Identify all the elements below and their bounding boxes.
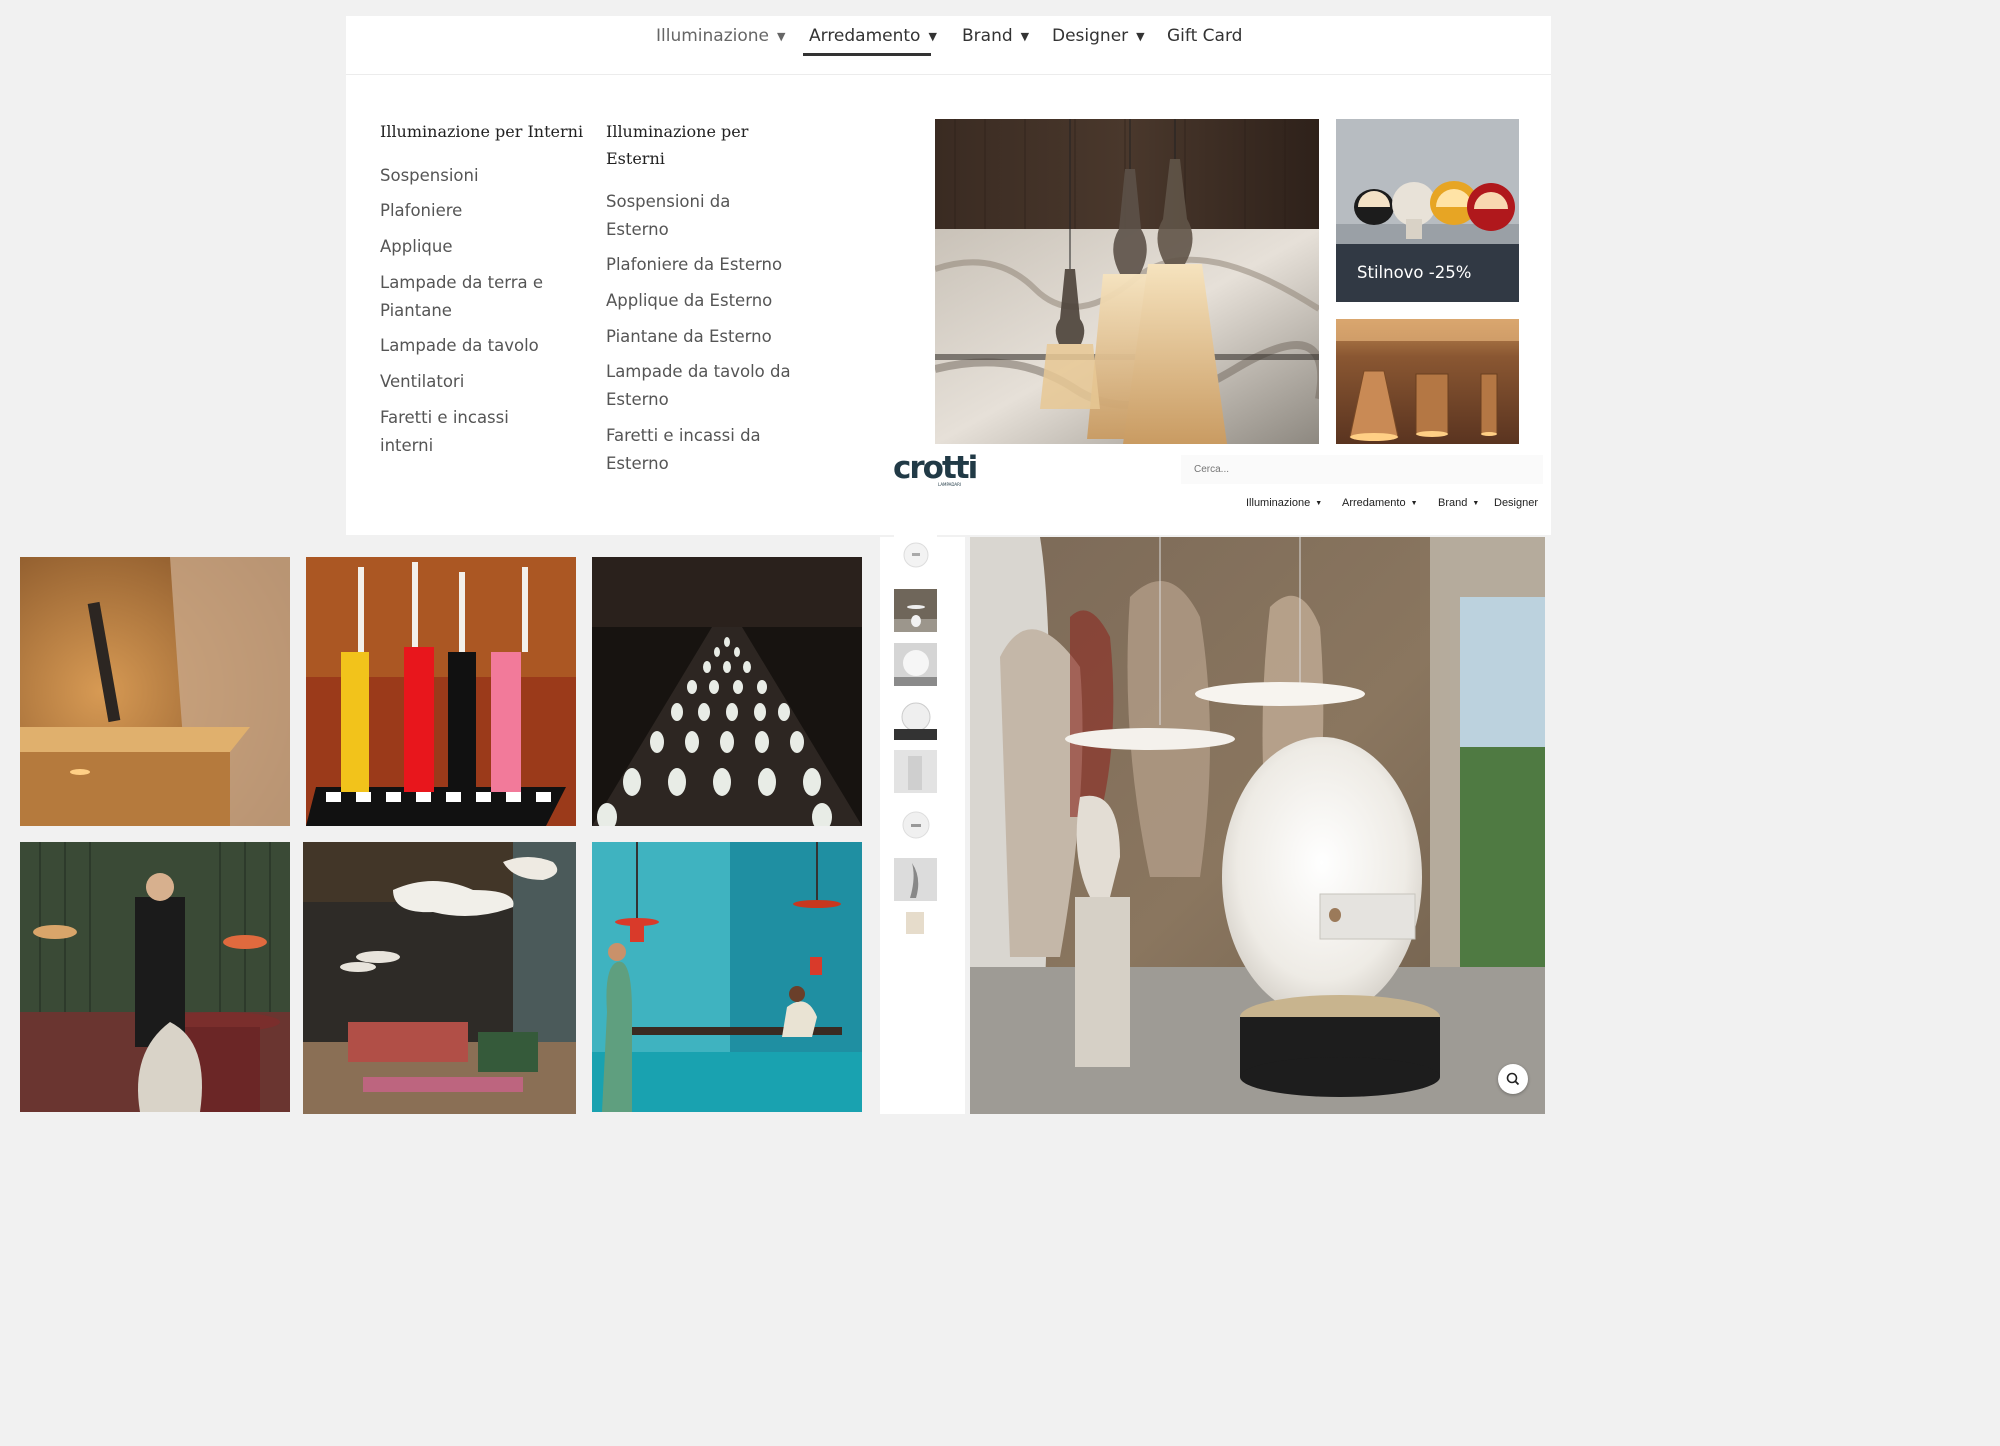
product-thumbnail[interactable]: [894, 912, 937, 934]
mini-nav-designer[interactable]: Designer: [1494, 497, 1538, 509]
menu-link[interactable]: Esterno: [606, 450, 669, 478]
chevron-down-icon: ▼: [1410, 499, 1418, 507]
mini-nav-label: Designer: [1494, 497, 1539, 509]
nav-label: Arredamento: [809, 26, 921, 46]
menu-link[interactable]: Sospensioni: [380, 162, 479, 190]
magnifier-icon: [1506, 1072, 1520, 1086]
menu-link[interactable]: Plafoniere da Esterno: [606, 251, 782, 279]
menu-link[interactable]: Sospensioni da: [606, 188, 730, 216]
nav-label: Designer: [1052, 26, 1129, 46]
zoom-button[interactable]: [1498, 1064, 1528, 1094]
menu-link[interactable]: Faretti e incassi da: [606, 422, 761, 450]
mini-nav-label: Brand: [1438, 497, 1468, 509]
product-thumbnail[interactable]: [894, 643, 937, 686]
main-product-image[interactable]: [970, 537, 1545, 1114]
nav-label: Illuminazione: [656, 26, 769, 46]
mini-nav-brand[interactable]: Brand ▼: [1438, 497, 1479, 509]
nav-item-illuminazione[interactable]: Illuminazione ▼: [656, 26, 785, 46]
logo[interactable]: crotti: [893, 450, 978, 486]
active-nav-indicator: [803, 53, 931, 56]
product-thumbnail[interactable]: [894, 697, 937, 740]
gallery-photo-blue-room[interactable]: [592, 842, 862, 1112]
product-thumbnail[interactable]: [894, 804, 937, 847]
chevron-down-icon: ▼: [928, 29, 937, 43]
menu-link[interactable]: Applique: [380, 233, 453, 261]
mini-nav-label: Arredamento: [1342, 497, 1406, 509]
column-title-esterni: Esterni: [606, 149, 665, 168]
menu-link[interactable]: Esterno: [606, 386, 669, 414]
main-navigation: Illuminazione ▼ Arredamento ▼ Brand ▼ Desig…: [346, 16, 1551, 75]
menu-link[interactable]: Ventilatori: [380, 368, 464, 396]
promo-label: Stilnovo -25%: [1336, 244, 1519, 302]
product-thumbnail[interactable]: [894, 750, 937, 793]
gallery-photo-table-lamp[interactable]: [20, 557, 290, 826]
product-thumbnail[interactable]: [894, 858, 937, 901]
search-input[interactable]: [1181, 455, 1543, 484]
product-thumbnail[interactable]: [894, 589, 937, 632]
logo-subtitle: LAMPADARI: [938, 482, 962, 487]
chevron-down-icon: ▼: [1136, 29, 1145, 43]
featured-pendant-photo[interactable]: [935, 119, 1319, 444]
mini-nav-illuminazione[interactable]: Illuminazione ▼: [1246, 497, 1322, 509]
gallery-photo-restaurant[interactable]: [20, 842, 290, 1112]
nav-item-arredamento[interactable]: Arredamento ▼: [809, 26, 937, 46]
nav-item-designer[interactable]: Designer ▼: [1052, 26, 1145, 46]
gallery-photo-living-room[interactable]: [303, 842, 576, 1114]
promo-tile-woven-lamps[interactable]: [1336, 319, 1519, 444]
mini-nav-label: Illuminazione: [1246, 497, 1311, 509]
menu-link[interactable]: Lampade da terra e: [380, 269, 543, 297]
mini-nav-arredamento[interactable]: Arredamento ▼: [1342, 497, 1418, 509]
menu-link[interactable]: Lampade da tavolo: [380, 332, 539, 360]
nav-label: Gift Card: [1167, 26, 1243, 46]
chevron-down-icon: ▼: [1020, 29, 1030, 43]
menu-link[interactable]: Piantane: [380, 297, 452, 325]
menu-link[interactable]: interni: [380, 432, 433, 460]
menu-link[interactable]: Esterno: [606, 216, 669, 244]
gallery-photo-candle-holders[interactable]: [306, 557, 576, 826]
menu-link[interactable]: Applique da Esterno: [606, 287, 772, 315]
nav-item-brand[interactable]: Brand ▼: [962, 26, 1029, 46]
chevron-down-icon: ▼: [1472, 499, 1480, 507]
chevron-down-icon: ▼: [777, 29, 786, 43]
column-title-interni: Illuminazione per Interni: [380, 122, 584, 141]
nav-item-gift-card[interactable]: Gift Card: [1167, 26, 1242, 46]
menu-link[interactable]: Piantane da Esterno: [606, 323, 772, 351]
gallery-photo-bunny-lamps[interactable]: [592, 557, 862, 826]
menu-link[interactable]: Plafoniere: [380, 197, 462, 225]
menu-link[interactable]: Faretti e incassi: [380, 404, 509, 432]
chevron-down-icon: ▼: [1315, 499, 1323, 507]
promo-tile-stilnovo[interactable]: Stilnovo -25%: [1336, 119, 1519, 302]
nav-label: Brand: [962, 26, 1013, 46]
product-thumbnail[interactable]: [894, 535, 937, 578]
menu-link[interactable]: Lampade da tavolo da: [606, 358, 791, 386]
column-title-esterni: Illuminazione per: [606, 122, 749, 141]
